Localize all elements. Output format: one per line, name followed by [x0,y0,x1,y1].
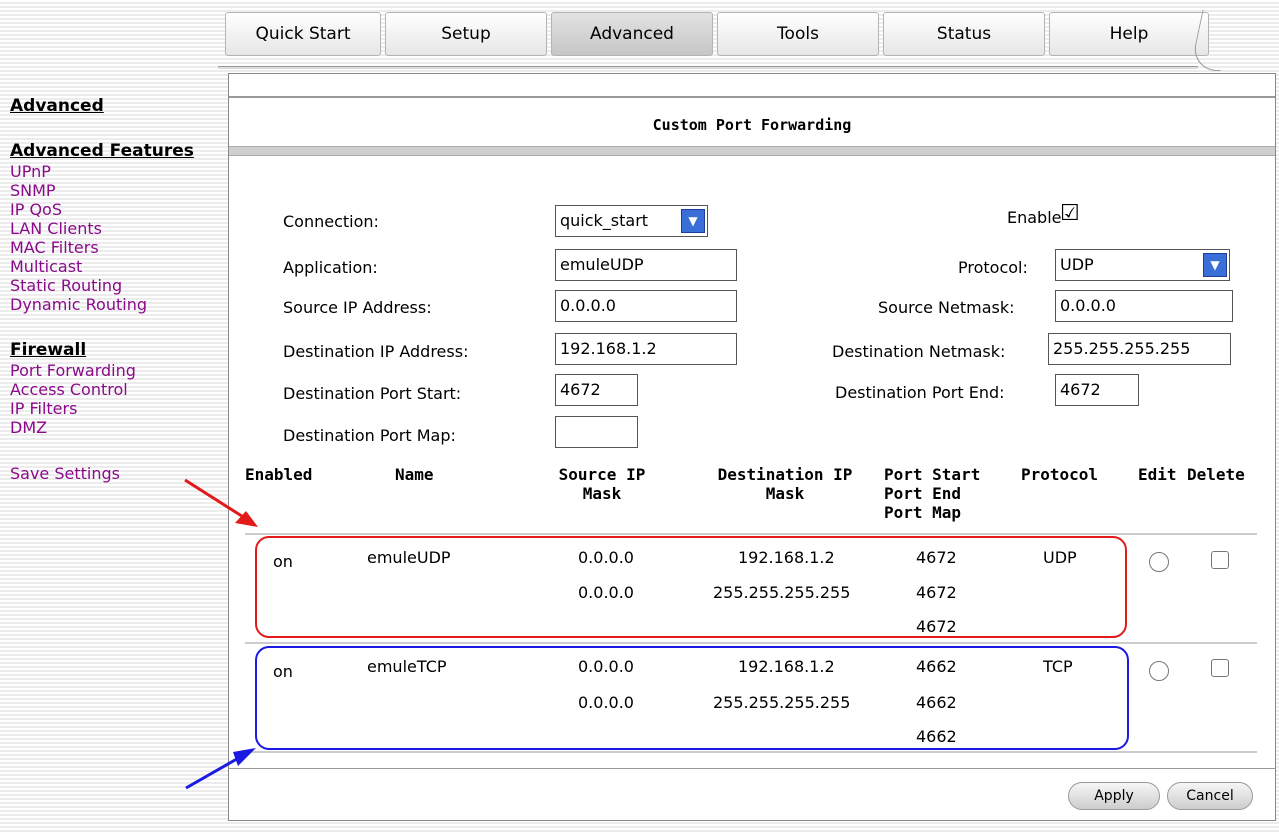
header-dest-ip-mask: Destination IP Mask [717,465,853,503]
table-divider [245,751,1257,753]
enable-label: Enable [1007,208,1062,227]
tab-setup[interactable]: Setup [385,12,547,56]
panel-separator [229,146,1275,156]
dest-netmask-field[interactable]: 255.255.255.255 [1048,333,1231,365]
table-divider [245,533,1257,535]
sidebar: Advanced Advanced Features UPnP SNMP IP … [10,96,220,485]
application-label: Application: [283,258,378,277]
sidebar-heading-advanced[interactable]: Advanced [10,96,220,117]
dest-ip-label: Destination IP Address: [283,342,469,361]
port-end-field[interactable]: 4672 [1055,374,1139,406]
protocol-select[interactable]: UDP ▼ [1055,249,1230,281]
source-netmask-field[interactable]: 0.0.0.0 [1055,290,1233,322]
header-edit: Edit [1138,465,1177,484]
header-source-ip-mask: Source IP Mask [558,465,646,503]
header-ports: Port Start Port End Port Map [884,465,981,522]
top-tab-bar: Quick Start Setup Advanced Tools Status … [225,12,1215,62]
connection-label: Connection: [283,212,379,231]
connection-select-value: quick_start [560,211,649,230]
enable-checkbox[interactable]: ☑ [1060,201,1080,226]
edit-radio[interactable] [1149,552,1169,572]
highlight-box-blue [255,646,1129,750]
header-protocol: Protocol [1021,465,1099,484]
source-ip-label: Source IP Address: [283,298,432,317]
bottom-divider [228,768,1276,769]
sidebar-heading-advanced-features[interactable]: Advanced Features [10,141,220,162]
delete-checkbox[interactable] [1211,659,1229,677]
port-start-label: Destination Port Start: [283,384,462,403]
header-name: Name [395,465,434,484]
header-delete: Delete [1187,465,1245,484]
sidebar-item-dynamic-routing[interactable]: Dynamic Routing [10,294,220,316]
port-start-field[interactable]: 4672 [555,374,638,406]
cancel-button[interactable]: Cancel [1167,782,1253,810]
dest-ip-field[interactable]: 192.168.1.2 [555,333,737,365]
tab-quick-start[interactable]: Quick Start [225,12,381,56]
connection-select[interactable]: quick_start ▼ [555,205,708,237]
tab-bar-underline [218,66,1198,69]
port-end-label: Destination Port End: [835,383,1005,402]
tab-advanced[interactable]: Advanced [551,12,713,56]
delete-checkbox[interactable] [1211,551,1229,569]
source-netmask-label: Source Netmask: [878,298,1015,317]
table-divider [245,642,1257,644]
tab-help[interactable]: Help [1049,12,1209,56]
chevron-down-icon[interactable]: ▼ [1203,253,1227,277]
protocol-select-value: UDP [1060,255,1094,274]
apply-button[interactable]: Apply [1068,782,1160,810]
red-arrow-icon [184,478,258,527]
port-map-label: Destination Port Map: [283,426,456,445]
chevron-down-icon[interactable]: ▼ [681,209,705,233]
port-map-field[interactable] [555,416,638,448]
protocol-label: Protocol: [958,258,1028,277]
highlight-box-red [255,536,1127,638]
application-field[interactable]: emuleUDP [555,249,737,281]
blue-arrow-icon [185,748,256,790]
sidebar-heading-firewall[interactable]: Firewall [10,340,220,361]
tab-tools[interactable]: Tools [717,12,879,56]
sidebar-item-dmz[interactable]: DMZ [10,417,220,439]
page-title: Custom Port Forwarding [652,116,852,134]
dest-netmask-label: Destination Netmask: [832,342,1006,361]
edit-radio[interactable] [1149,661,1169,681]
source-ip-field[interactable]: 0.0.0.0 [555,290,737,322]
tab-status[interactable]: Status [883,12,1045,56]
